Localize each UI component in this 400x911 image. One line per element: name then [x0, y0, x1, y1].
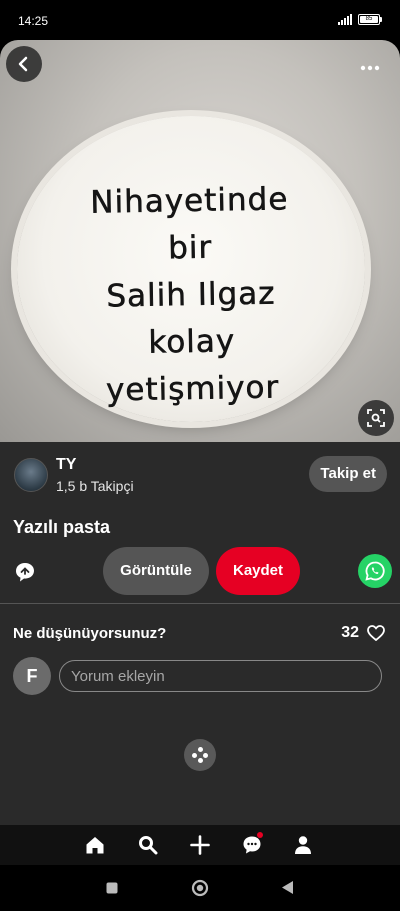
comment-composer: F — [13, 657, 382, 695]
nav-search[interactable] — [136, 833, 160, 857]
recents-icon[interactable] — [106, 882, 118, 894]
cake-line: bir — [167, 229, 213, 267]
loading-icon — [184, 739, 216, 771]
cake-line: yetişmiyor — [105, 369, 280, 409]
notification-dot — [257, 832, 263, 838]
messages-icon — [243, 836, 261, 854]
system-back-icon[interactable] — [281, 880, 294, 895]
nav-create[interactable] — [188, 833, 212, 857]
comment-input[interactable] — [59, 660, 382, 692]
status-icons: 85 — [338, 14, 382, 25]
nav-profile[interactable] — [291, 833, 315, 857]
signal-icon — [338, 14, 352, 25]
pin-details-panel: TY 1,5 b Takipçi Takip et Yazılı pasta G… — [0, 442, 400, 825]
bottom-navigation — [0, 825, 400, 865]
like-count: 32 — [341, 624, 359, 641]
nav-home[interactable] — [83, 833, 107, 857]
battery-icon: 85 — [358, 14, 382, 25]
follow-button[interactable]: Takip et — [309, 456, 387, 492]
comments-heading: Ne düşünüyorsunuz? — [13, 625, 167, 642]
action-row: Görüntüle Kaydet — [0, 547, 400, 597]
create-icon — [190, 835, 210, 855]
cake-line: Nihayetinde — [90, 181, 289, 221]
heart-icon[interactable] — [367, 625, 385, 641]
cake-photo: Nihayetinde bir Salih Ilgaz kolay yetişm… — [17, 116, 365, 422]
divider — [0, 603, 400, 604]
status-time: 14:25 — [18, 14, 49, 28]
creator-avatar[interactable] — [14, 458, 48, 492]
like-area[interactable]: 32 — [341, 624, 385, 642]
save-button[interactable]: Kaydet — [216, 547, 300, 595]
system-navigation — [0, 865, 400, 911]
search-icon — [139, 836, 158, 855]
cake-line: Salih Ilgaz — [106, 275, 276, 315]
nav-messages[interactable] — [240, 832, 264, 857]
battery-level: 85 — [360, 16, 378, 23]
back-icon — [18, 56, 28, 72]
whatsapp-icon — [365, 561, 385, 581]
creator-name[interactable]: TY — [56, 456, 134, 474]
user-avatar[interactable]: F — [13, 657, 51, 695]
pin-image[interactable]: Nihayetinde bir Salih Ilgaz kolay yetişm… — [0, 40, 400, 442]
more-options-button[interactable] — [352, 50, 388, 86]
back-button[interactable] — [6, 46, 42, 82]
more-icon — [360, 65, 380, 71]
visual-search-button[interactable] — [358, 400, 394, 436]
cake-inscription: Nihayetinde bir Salih Ilgaz kolay yetişm… — [15, 175, 367, 416]
view-button[interactable]: Görüntüle — [103, 547, 209, 595]
visual-search-icon — [367, 409, 385, 427]
profile-icon — [295, 836, 311, 854]
creator-profile[interactable]: TY 1,5 b Takipçi — [14, 456, 134, 494]
status-bar: 14:25 85 — [0, 0, 400, 44]
cake-line: kolay — [148, 323, 236, 361]
pin-title: Yazılı pasta — [13, 517, 111, 537]
home-icon — [86, 837, 104, 854]
follower-count: 1,5 b Takipçi — [56, 478, 134, 494]
home-circle-icon[interactable] — [191, 879, 209, 897]
share-icon[interactable] — [14, 561, 36, 583]
whatsapp-share-button[interactable] — [358, 554, 392, 588]
